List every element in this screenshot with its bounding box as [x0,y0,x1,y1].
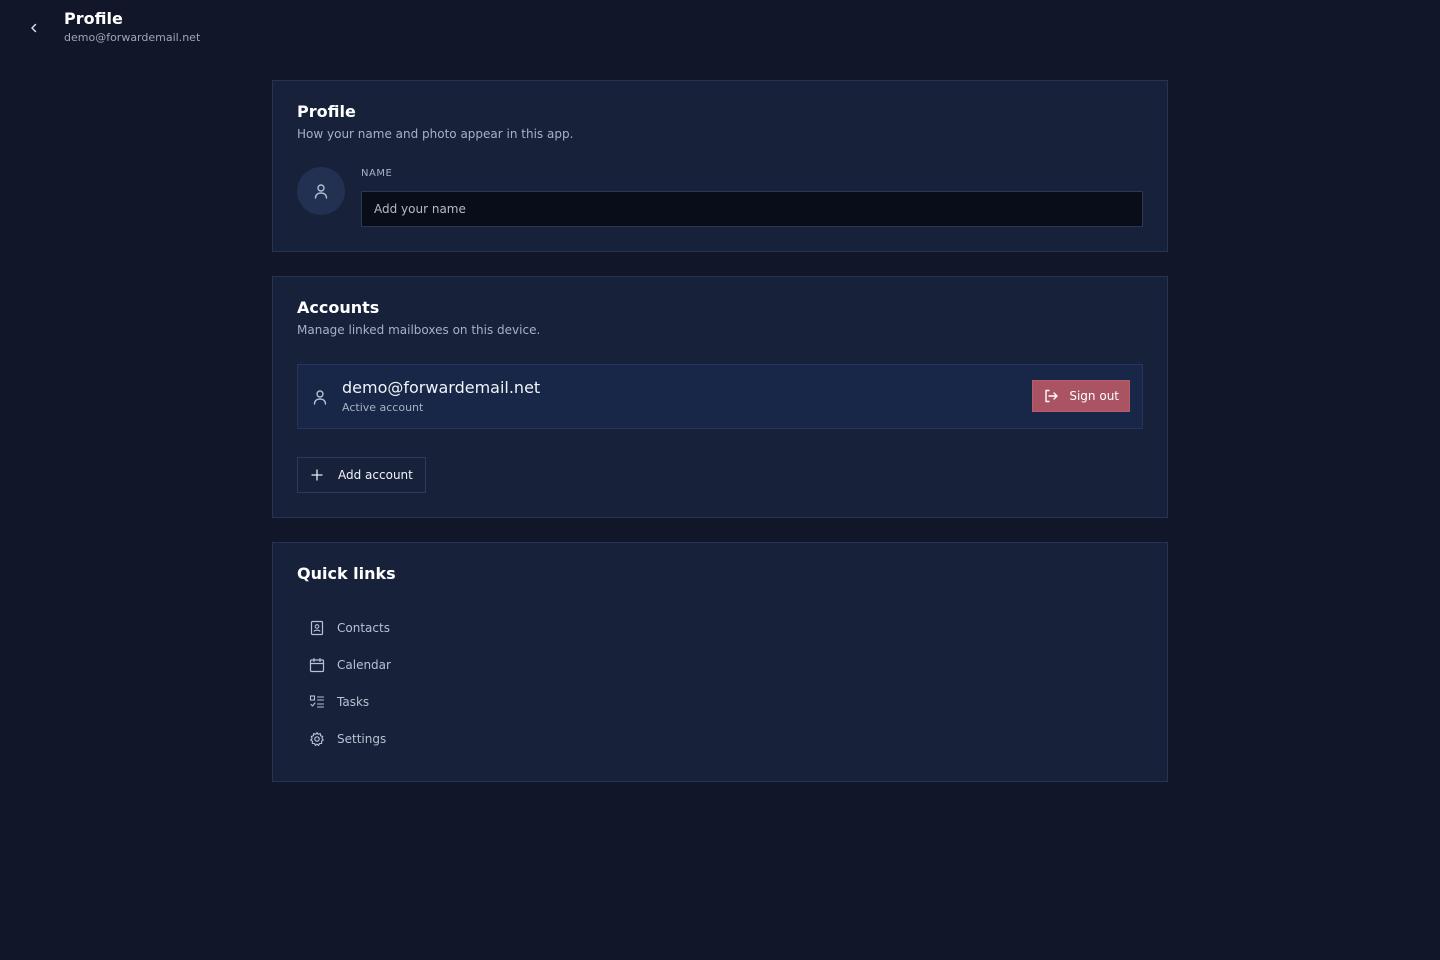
quick-link-settings[interactable]: Settings [309,728,386,750]
accounts-card-title: Accounts [297,298,380,317]
profile-card-title: Profile [297,102,356,121]
user-icon [314,184,328,199]
quick-links-card: Quick links Contacts Calendar Tasks Sett… [272,542,1168,782]
top-bar: Profile demo@forwardemail.net [0,0,1440,56]
sign-out-label: Sign out [1069,389,1119,403]
chevron-left-icon [31,23,37,33]
accounts-card-description: Manage linked mailboxes on this device. [297,323,541,337]
account-status: Active account [342,401,424,414]
quick-link-contacts[interactable]: Contacts [309,617,390,639]
name-input[interactable] [361,191,1143,227]
quick-link-calendar[interactable]: Calendar [309,654,391,676]
profile-card: Profile How your name and photo appear i… [272,80,1168,252]
quick-link-label: Tasks [337,695,370,709]
plus-icon [311,469,323,481]
tasks-icon [309,695,325,708]
quick-links-title: Quick links [297,564,396,583]
back-button[interactable] [22,16,46,40]
profile-card-description: How your name and photo appear in this a… [297,127,574,141]
calendar-icon [309,657,325,673]
name-field-label: NAME [361,168,393,179]
contacts-icon [310,620,324,636]
page-subtitle: demo@forwardemail.net [64,31,201,44]
avatar[interactable] [297,167,345,215]
add-account-label: Add account [338,468,413,482]
quick-link-label: Contacts [337,621,390,635]
account-row[interactable]: demo@forwardemail.net Active account Sig… [297,364,1143,429]
sign-out-icon [1045,389,1059,403]
add-account-button[interactable]: Add account [297,457,426,493]
quick-link-label: Settings [337,732,387,746]
gear-icon [310,731,324,747]
page-title: Profile [64,9,123,28]
account-email: demo@forwardemail.net [342,378,541,397]
sign-out-button[interactable]: Sign out [1032,380,1130,412]
user-icon [313,390,327,405]
accounts-card: Accounts Manage linked mailboxes on this… [272,276,1168,518]
quick-link-label: Calendar [337,658,391,672]
quick-link-tasks[interactable]: Tasks [309,691,369,713]
